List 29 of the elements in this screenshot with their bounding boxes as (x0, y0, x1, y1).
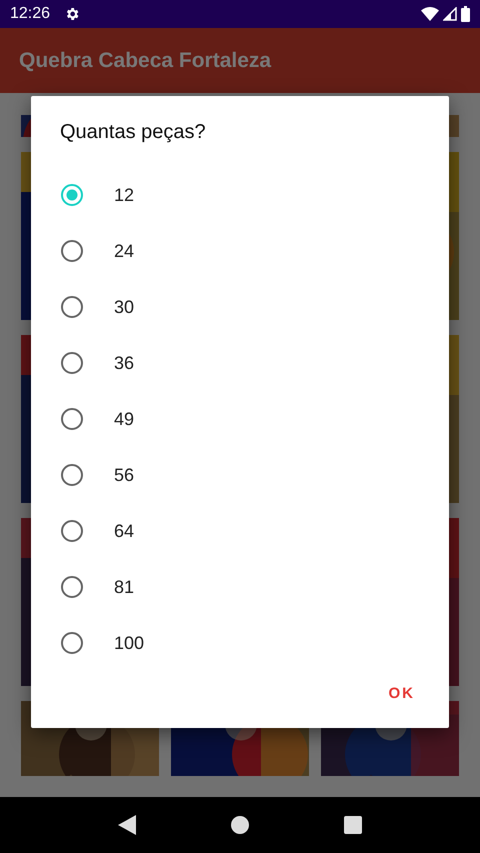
radio-button[interactable] (60, 183, 84, 207)
option-item[interactable]: 12 (31, 167, 449, 223)
signal-icon (443, 7, 457, 21)
radio-button[interactable] (60, 295, 84, 319)
radio-button[interactable] (60, 519, 84, 543)
option-item[interactable]: 100 (31, 615, 449, 671)
recents-icon[interactable] (344, 816, 362, 834)
option-item[interactable]: 49 (31, 391, 449, 447)
clock: 12:26 (10, 5, 50, 23)
option-item[interactable]: 36 (31, 335, 449, 391)
app-title: Quebra Cabeca Fortaleza (19, 48, 272, 72)
radio-button[interactable] (60, 575, 84, 599)
back-icon[interactable] (118, 815, 136, 835)
settings-icon (64, 6, 80, 22)
option-item[interactable]: 24 (31, 223, 449, 279)
battery-icon (461, 6, 470, 22)
dialog-title: Quantas peças? (59, 120, 207, 145)
option-item[interactable]: 81 (31, 559, 449, 615)
radio-button[interactable] (60, 239, 84, 263)
radio-button[interactable] (60, 631, 84, 655)
ok-button[interactable]: OK (378, 675, 425, 712)
radio-button[interactable] (60, 407, 84, 431)
home-icon[interactable] (230, 816, 249, 834)
option-item[interactable]: 56 (31, 447, 449, 503)
radio-button[interactable] (60, 463, 84, 487)
wifi-icon (421, 7, 439, 21)
radio-button[interactable] (60, 351, 84, 375)
option-item[interactable]: 64 (31, 503, 449, 559)
option-item[interactable]: 30 (31, 279, 449, 335)
